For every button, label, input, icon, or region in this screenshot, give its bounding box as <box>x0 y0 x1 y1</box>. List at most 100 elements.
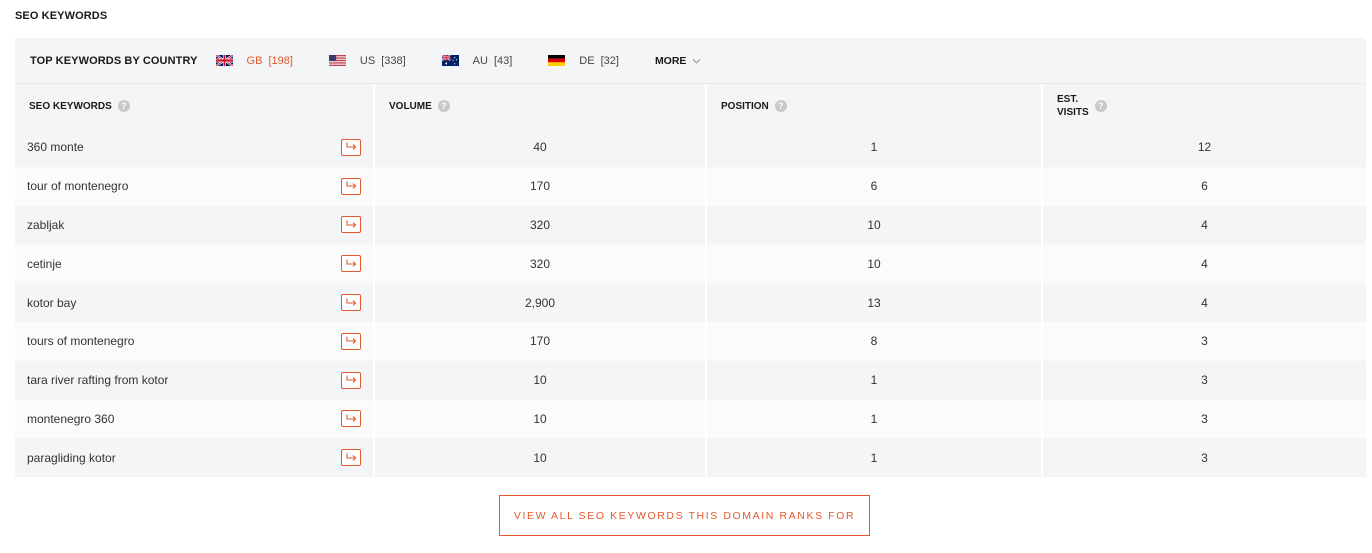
volume-cell: 320 <box>374 205 707 245</box>
country-code: GB <box>246 54 263 67</box>
position-cell: 1 <box>706 128 1043 167</box>
keyword-text: 360 monte <box>27 140 84 155</box>
help-icon[interactable]: ? <box>774 100 787 112</box>
seo-keywords-panel: TOP KEYWORDS BY COUNTRY GB [198] US [338… <box>15 38 1366 478</box>
header-label: VOLUME <box>389 100 432 112</box>
keyword-text: montenegro 360 <box>27 411 115 426</box>
help-icon[interactable]: ? <box>1094 100 1107 112</box>
position-cell: 1 <box>706 360 1043 400</box>
table-row: tara river rafting from kotor 10 1 3 <box>15 360 1366 400</box>
open-keyword-button[interactable] <box>341 371 361 389</box>
volume-cell: 10 <box>374 399 707 439</box>
us-flag-icon <box>328 55 346 66</box>
table-row: kotor bay 2,900 13 4 <box>15 283 1366 322</box>
chevron-down-icon <box>692 58 701 64</box>
volume-cell: 320 <box>374 244 707 284</box>
country-count: [198] <box>268 54 293 67</box>
visits-cell: 6 <box>1042 166 1366 206</box>
open-keyword-button[interactable] <box>341 294 361 312</box>
position-cell: 8 <box>706 321 1043 361</box>
volume-cell: 10 <box>374 438 707 478</box>
volume-cell: 170 <box>374 321 707 361</box>
header-label-line2: VISITS <box>1057 107 1089 118</box>
open-keyword-button[interactable] <box>341 449 361 467</box>
keyword-text: tour of montenegro <box>27 179 129 194</box>
keyword-text: kotor bay <box>27 295 77 310</box>
open-keyword-button[interactable] <box>341 410 361 428</box>
visits-cell: 3 <box>1042 321 1366 361</box>
keyword-text: paragliding kotor <box>27 450 116 465</box>
header-label: SEO KEYWORDS <box>29 100 112 112</box>
open-keyword-button[interactable] <box>341 216 361 234</box>
volume-cell: 10 <box>374 360 707 400</box>
keyword-cell: tours of montenegro <box>15 321 375 361</box>
keywords-table-body: 360 monte 40 1 12 tour of montenegro 170 6 6 zab… <box>15 128 1366 478</box>
country-bar-title: TOP KEYWORDS BY COUNTRY <box>30 54 198 67</box>
section-title: SEO KEYWORDS <box>15 10 108 22</box>
help-icon[interactable]: ? <box>117 100 130 112</box>
table-row: tours of montenegro 170 8 3 <box>15 321 1366 361</box>
open-keyword-button[interactable] <box>341 177 361 195</box>
arrow-right-icon <box>346 453 357 461</box>
visits-cell: 4 <box>1042 244 1366 284</box>
table-row: montenegro 360 10 1 3 <box>15 399 1366 439</box>
arrow-right-icon <box>346 259 357 267</box>
position-cell: 1 <box>706 438 1043 478</box>
arrow-right-icon <box>346 414 357 422</box>
table-row: tour of montenegro 170 6 6 <box>15 166 1366 206</box>
open-keyword-button[interactable] <box>341 255 361 273</box>
header-label: EST. VISITS <box>1057 93 1089 119</box>
keyword-cell: kotor bay <box>15 283 375 322</box>
volume-cell: 40 <box>374 128 707 167</box>
keyword-cell: paragliding kotor <box>15 438 375 478</box>
country-count: [43] <box>493 54 513 67</box>
position-cell: 13 <box>706 283 1043 322</box>
keyword-text: cetinje <box>27 256 62 271</box>
position-cell: 10 <box>706 244 1043 284</box>
keyword-text: zabljak <box>27 217 65 232</box>
open-keyword-button[interactable] <box>341 332 361 350</box>
arrow-right-icon <box>346 220 357 228</box>
arrow-right-icon <box>346 375 357 384</box>
visits-cell: 3 <box>1042 360 1366 400</box>
header-est-visits: EST. VISITS ? <box>1042 84 1366 128</box>
visits-cell: 4 <box>1042 205 1366 245</box>
visits-cell: 12 <box>1042 128 1366 167</box>
header-label: POSITION <box>721 100 769 112</box>
de-flag-icon <box>548 55 566 66</box>
more-countries-dropdown[interactable]: MORE <box>655 55 702 67</box>
view-all-keywords-button[interactable]: VIEW ALL SEO KEYWORDS THIS DOMAIN RANKS … <box>499 495 870 536</box>
keyword-cell: tara river rafting from kotor <box>15 360 375 400</box>
arrow-right-icon <box>346 181 357 190</box>
country-tab-au[interactable]: AU [43] <box>441 54 513 67</box>
header-volume: VOLUME ? <box>374 84 707 128</box>
volume-cell: 2,900 <box>374 283 707 322</box>
country-code: AU <box>472 54 488 67</box>
position-cell: 1 <box>706 399 1043 439</box>
au-flag-icon <box>441 55 459 66</box>
table-row: cetinje 320 10 4 <box>15 244 1366 284</box>
open-keyword-button[interactable] <box>341 138 361 156</box>
country-tab-gb[interactable]: GB [198] <box>215 54 293 67</box>
visits-cell: 3 <box>1042 399 1366 439</box>
keyword-text: tara river rafting from kotor <box>27 373 169 388</box>
header-seo-keywords: SEO KEYWORDS ? <box>15 84 375 128</box>
arrow-right-icon <box>346 336 357 345</box>
keyword-text: tours of montenegro <box>27 334 135 349</box>
table-header-row: SEO KEYWORDS ? VOLUME ? POSITION ? EST. … <box>15 84 1366 128</box>
visits-cell: 4 <box>1042 283 1366 322</box>
position-cell: 10 <box>706 205 1043 245</box>
more-label: MORE <box>654 54 687 67</box>
country-count: [338] <box>381 54 406 67</box>
header-position: POSITION ? <box>706 84 1043 128</box>
country-code: DE <box>579 54 595 67</box>
country-tab-de[interactable]: DE [32] <box>548 55 619 67</box>
help-icon[interactable]: ? <box>437 100 450 112</box>
table-row: 360 monte 40 1 12 <box>15 128 1366 167</box>
keyword-cell: zabljak <box>15 205 375 245</box>
keyword-cell: montenegro 360 <box>15 399 375 439</box>
table-row: paragliding kotor 10 1 3 <box>15 438 1366 478</box>
country-code: US <box>359 54 376 67</box>
position-cell: 6 <box>706 166 1043 206</box>
country-tab-us[interactable]: US [338] <box>328 54 406 67</box>
